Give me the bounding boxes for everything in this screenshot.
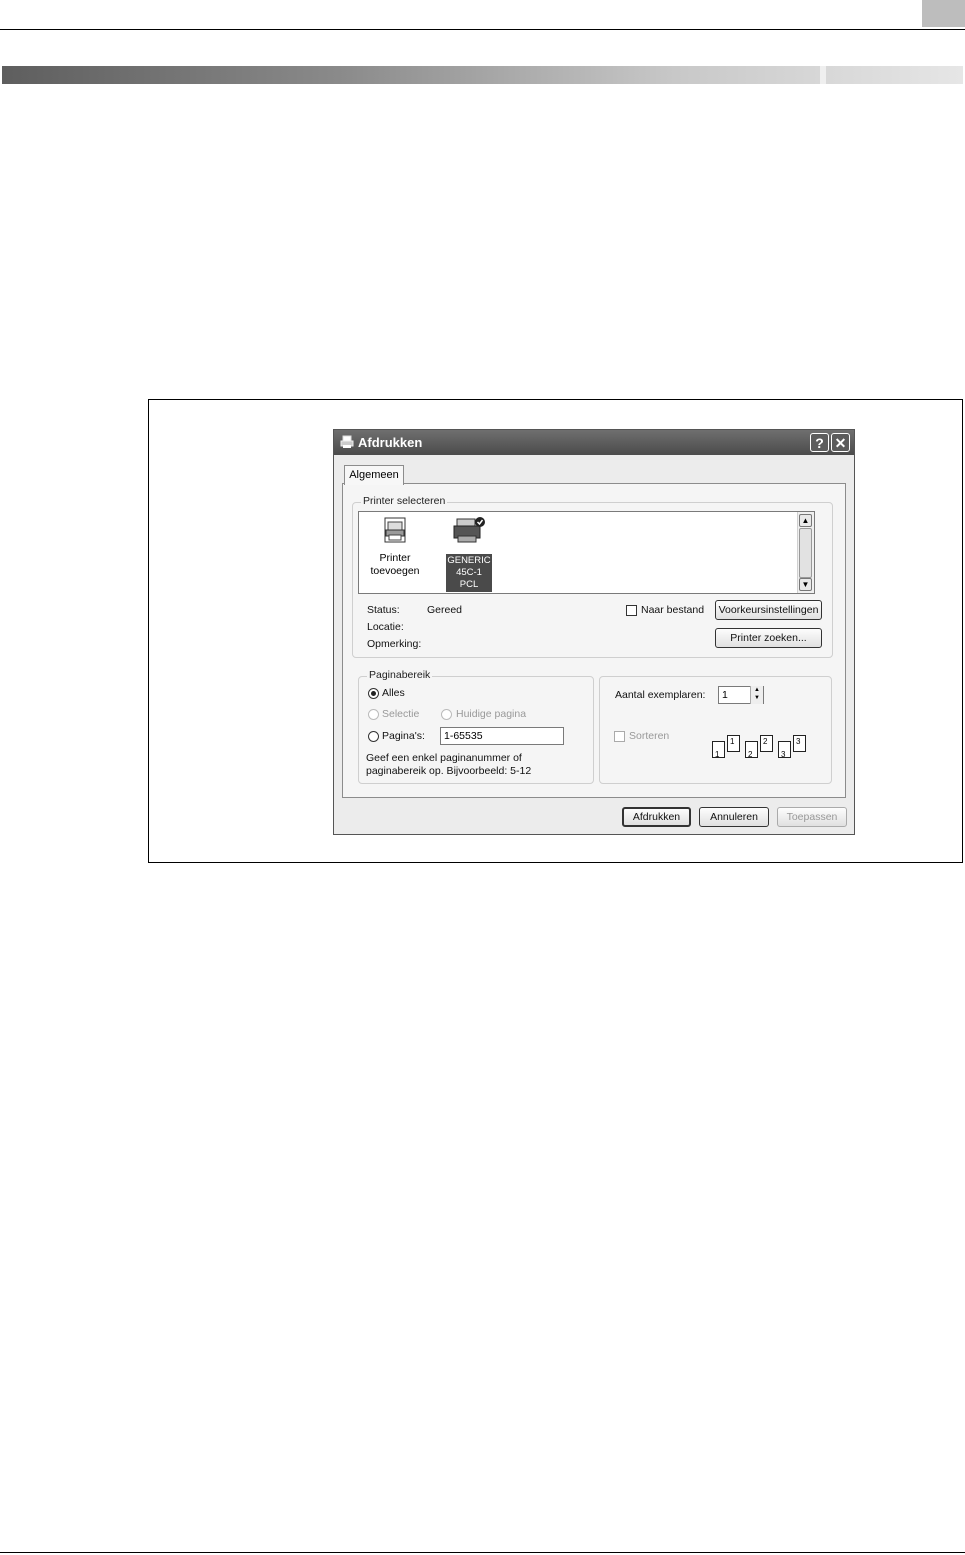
help-button[interactable]: ?: [810, 433, 829, 452]
radio-all-label: Alles: [382, 687, 405, 699]
title-bar[interactable]: Afdrukken ? ✕: [334, 430, 854, 455]
copies-spinner[interactable]: ▲ ▼: [750, 686, 763, 704]
header-rule: [0, 29, 965, 30]
collate-label: Sorteren: [629, 730, 670, 742]
comment-label: Opmerking:: [367, 638, 422, 650]
add-printer-icon: [384, 517, 406, 543]
collate-page-icon: 1: [712, 741, 725, 759]
section-gradient-band: [2, 66, 963, 84]
collate-page-icon: 2: [760, 735, 773, 752]
pages-hint-line1: Geef een enkel paginanummer of: [366, 752, 522, 764]
printer-list-scrollbar[interactable]: ▲ ▼: [797, 512, 814, 593]
print-button[interactable]: Afdrukken: [622, 807, 691, 827]
spin-down-icon[interactable]: ▼: [751, 694, 763, 702]
status-value: Gereed: [427, 604, 463, 616]
dialog-title: Afdrukken: [358, 435, 423, 450]
page-corner-tab: [922, 0, 965, 27]
print-to-file-label: Naar bestand: [641, 604, 705, 616]
close-button[interactable]: ✕: [831, 433, 850, 452]
print-to-file-checkbox[interactable]: [626, 605, 637, 616]
spin-up-icon[interactable]: ▲: [751, 686, 763, 694]
radio-pages-label: Pagina's:: [382, 730, 425, 742]
pages-hint-line2: paginabereik op. Bijvoorbeeld: 5-12: [366, 765, 532, 777]
copies-label: Aantal exemplaren:: [615, 689, 706, 701]
cancel-button[interactable]: Annuleren: [699, 807, 769, 827]
apply-button[interactable]: Toepassen: [777, 807, 847, 827]
pages-input[interactable]: 1-65535: [440, 727, 564, 745]
printer-item-generic[interactable]: GENERIC 45C-1 PCL: [443, 516, 495, 592]
find-printer-button[interactable]: Printer zoeken...: [715, 628, 822, 648]
preferences-button[interactable]: Voorkeursinstellingen: [715, 600, 822, 620]
radio-selection[interactable]: [368, 709, 379, 720]
collate-page-icon: 1: [727, 735, 740, 752]
collate-page-icon: 3: [793, 735, 806, 752]
printer-select-label: Printer selecteren: [361, 495, 448, 507]
generic-printer-label: GENERIC 45C-1 PCL: [446, 554, 492, 592]
page-range-label: Paginabereik: [367, 669, 433, 681]
collate-checkbox[interactable]: [614, 731, 625, 742]
radio-selection-label: Selectie: [382, 708, 420, 720]
print-dialog: Afdrukken ? ✕ Algemeen Printer selectere…: [333, 429, 855, 835]
printer-icon: [340, 435, 354, 448]
add-printer-label: Printer toevoegen: [370, 552, 420, 577]
collate-page-icon: 3: [778, 741, 791, 759]
scroll-down-icon[interactable]: ▼: [799, 578, 812, 591]
status-label: Status:: [367, 604, 400, 616]
collate-page-icon: 2: [745, 741, 758, 759]
printer-item-add[interactable]: Printer toevoegen: [369, 516, 421, 578]
network-printer-icon: [453, 517, 485, 543]
radio-all[interactable]: [368, 688, 379, 699]
radio-current-page-label: Huidige pagina: [456, 708, 527, 720]
tab-algemeen[interactable]: Algemeen: [344, 465, 404, 485]
printer-list[interactable]: Printer toevoegen GENERIC 45C-1 PCL ▲ ▼: [358, 511, 815, 594]
location-label: Locatie:: [367, 621, 404, 633]
footer-rule: [0, 1552, 965, 1553]
radio-pages[interactable]: [368, 731, 379, 742]
scroll-up-icon[interactable]: ▲: [799, 514, 812, 527]
radio-current-page[interactable]: [441, 709, 452, 720]
scroll-thumb[interactable]: [799, 528, 812, 578]
